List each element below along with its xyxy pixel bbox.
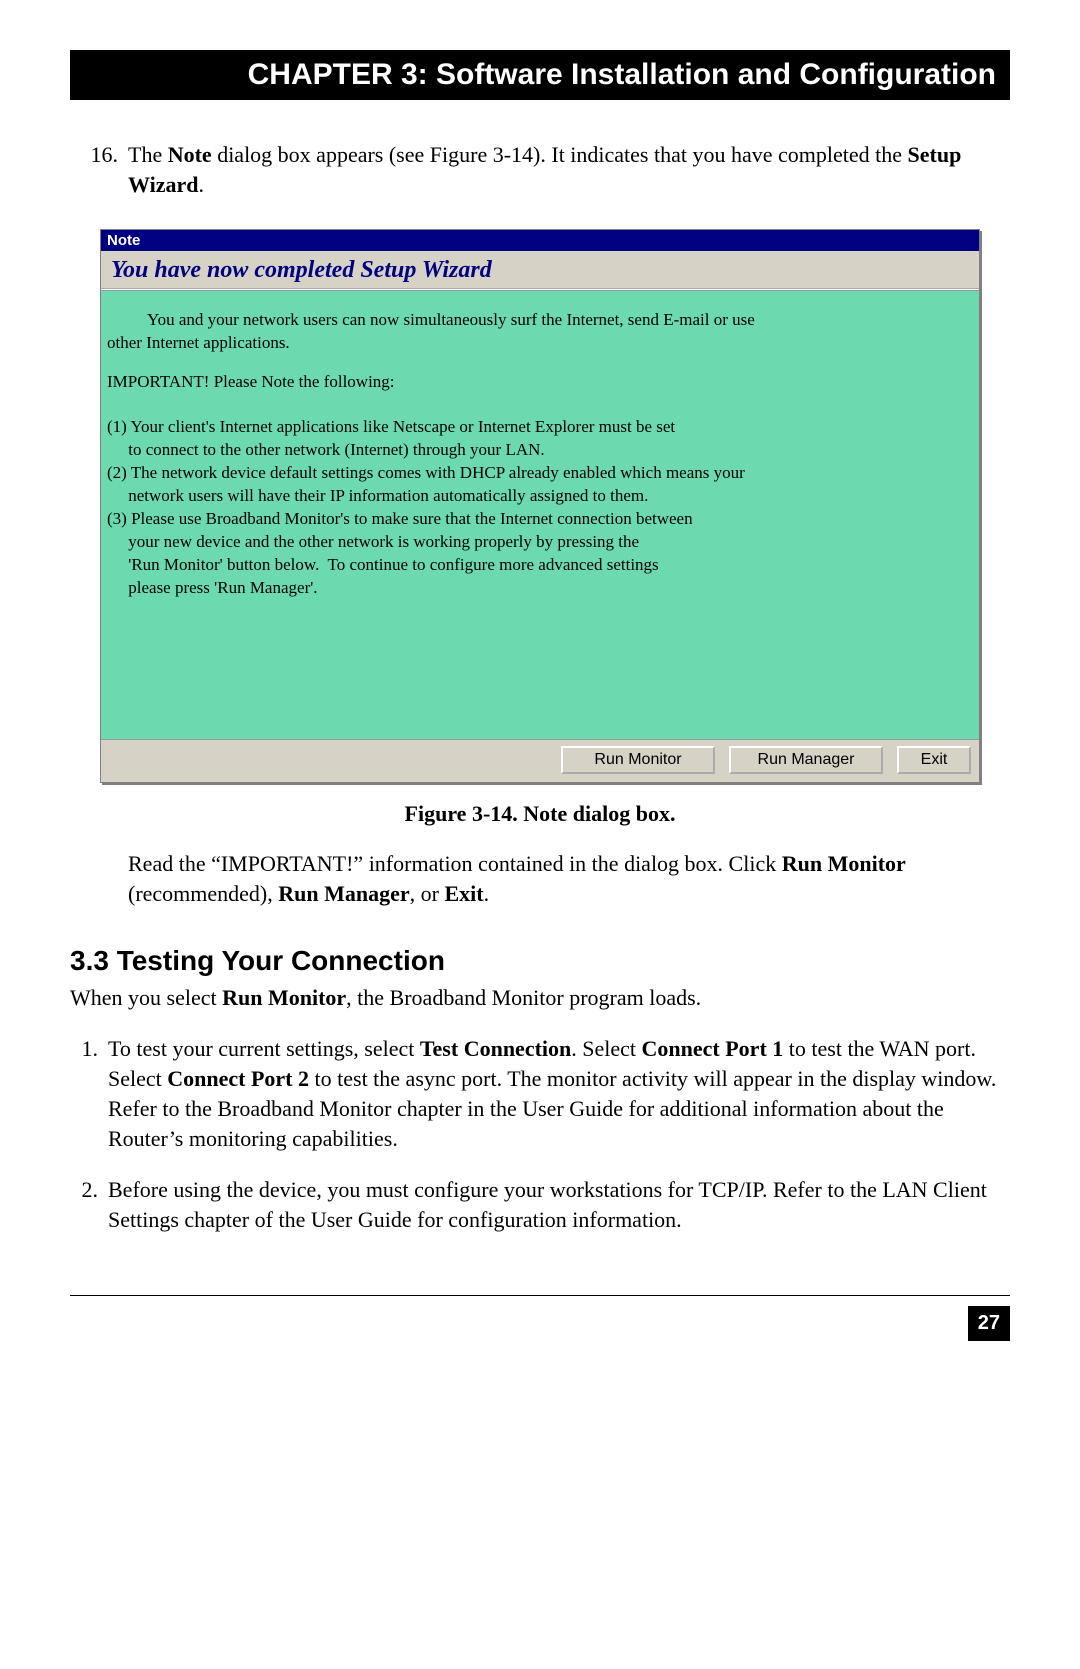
- dialog-intro-line2: other Internet applications.: [107, 332, 969, 355]
- list-item: 1. To test your current settings, select…: [70, 1034, 1010, 1153]
- footer-rule: [70, 1295, 1010, 1296]
- step-text: The Note dialog box appears (see Figure …: [128, 140, 1010, 199]
- dialog-points: (1) Your client's Internet applications …: [107, 416, 969, 600]
- text: Read the “IMPORTANT!” information contai…: [128, 851, 782, 876]
- bold-run-manager: Run Manager: [278, 881, 409, 906]
- text: To test your current settings, select: [108, 1036, 420, 1061]
- bold-connect-port-1: Connect Port 1: [642, 1036, 784, 1061]
- page: CHAPTER 3: Software Installation and Con…: [0, 0, 1080, 1381]
- figure-caption: Figure 3-14. Note dialog box.: [70, 801, 1010, 827]
- numbered-list: 1. To test your current settings, select…: [70, 1034, 1010, 1234]
- text: When you select: [70, 985, 222, 1010]
- bold-run-monitor: Run Monitor: [782, 851, 906, 876]
- bold-run-monitor: Run Monitor: [222, 985, 346, 1010]
- dialog-button-bar: Run Monitor Run Manager Exit: [101, 740, 979, 782]
- run-manager-button[interactable]: Run Manager: [729, 746, 883, 774]
- text: The: [128, 142, 168, 167]
- text: . Select: [571, 1036, 641, 1061]
- step-16: 16. The Note dialog box appears (see Fig…: [70, 140, 1010, 199]
- section-intro: When you select Run Monitor, the Broadba…: [70, 983, 1010, 1013]
- step-number: 16.: [70, 140, 128, 199]
- bold-note: Note: [168, 142, 212, 167]
- bold-exit: Exit: [444, 881, 483, 906]
- list-item: 2. Before using the device, you must con…: [70, 1175, 1010, 1234]
- text: .: [484, 881, 490, 906]
- dialog-intro-line1: You and your network users can now simul…: [107, 309, 969, 332]
- dialog-titlebar: Note: [101, 230, 979, 251]
- dialog-important: IMPORTANT! Please Note the following:: [107, 371, 969, 394]
- exit-button[interactable]: Exit: [897, 746, 971, 774]
- bold-test-connection: Test Connection: [420, 1036, 571, 1061]
- chapter-header-bar: CHAPTER 3: Software Installation and Con…: [70, 50, 1010, 100]
- dialog-figure: Note You have now completed Setup Wizard…: [100, 229, 980, 783]
- section-3-3-heading: 3.3 Testing Your Connection: [70, 945, 1010, 977]
- item-text: To test your current settings, select Te…: [108, 1034, 1010, 1153]
- run-monitor-button[interactable]: Run Monitor: [561, 746, 715, 774]
- text: .: [198, 172, 204, 197]
- item-text: Before using the device, you must config…: [108, 1175, 1010, 1234]
- item-number: 2.: [70, 1175, 108, 1234]
- dialog-body: You and your network users can now simul…: [101, 290, 979, 740]
- text: , or: [410, 881, 445, 906]
- text: (recommended),: [128, 881, 278, 906]
- dialog-heading: You have now completed Setup Wizard: [101, 251, 979, 290]
- page-number: 27: [968, 1306, 1010, 1341]
- text: , the Broadband Monitor program loads.: [346, 985, 701, 1010]
- text: dialog box appears (see Figure 3-14). It…: [212, 142, 908, 167]
- post-figure-paragraph: Read the “IMPORTANT!” information contai…: [128, 849, 1000, 908]
- note-dialog: Note You have now completed Setup Wizard…: [100, 229, 980, 783]
- item-number: 1.: [70, 1034, 108, 1153]
- bold-connect-port-2: Connect Port 2: [167, 1066, 309, 1091]
